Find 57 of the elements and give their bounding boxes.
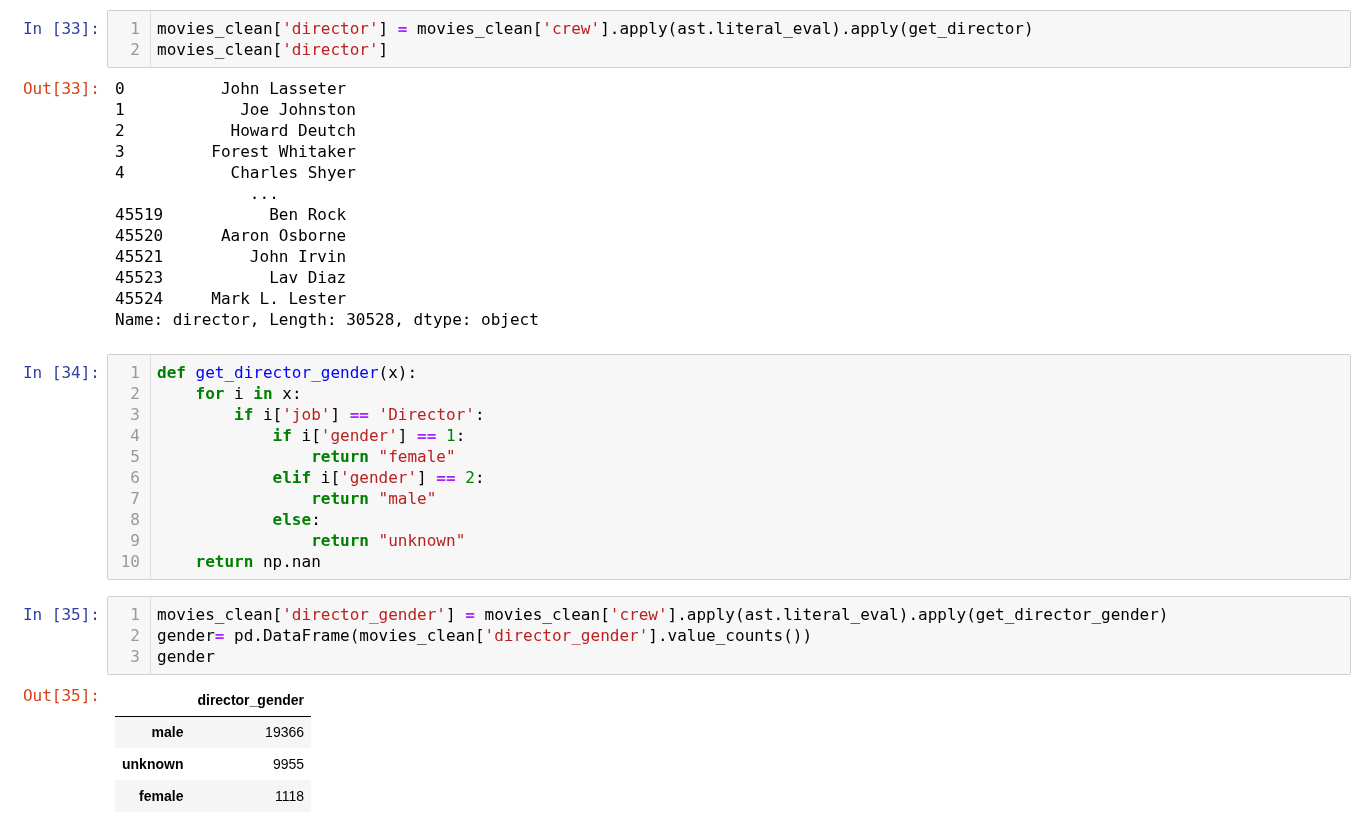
line-number: 6 [129,467,141,488]
line-number: 1 [129,18,141,39]
code-editor[interactable]: 1 2 movies_clean['director'] = movies_clean['crew'].apply(ast.literal_eval).apply(get_director) movies_clean['director'] [107,10,1351,68]
line-number: 1 [129,362,141,383]
line-number: 10 [119,551,141,572]
code-line: else: [271,509,321,530]
line-number: 7 [129,488,141,509]
output-line: 1 Joe Johnston [115,99,356,120]
code-line: def get_director_gender(x): [157,362,418,383]
input-prompt: In [35]: [22,604,101,625]
row-label: female [115,780,191,812]
table-cell: 1118 [190,780,312,812]
code-line: gender= pd.DataFrame(movies_clean['director_gender'].value_counts()) [157,625,813,646]
output-line: ... [248,183,279,204]
code-line: return "female" [310,446,456,467]
code-editor[interactable]: 1 2 3 movies_clean['director_gender'] = movies_clean['crew'].apply(ast.literal_eval).apply(get_director_gender) gender= pd.DataFrame(movies_clean['director_gender'].value_counts()) gender [107,596,1351,675]
code-line: return "unknown" [310,530,466,551]
code-line: elif i['gender'] == 2: [271,467,485,488]
line-number: 1 [129,604,141,625]
row-label: male [115,716,191,748]
code-line: movies_clean['director'] [157,39,389,60]
output-line: Name: director, Length: 30528, dtype: object [115,309,539,330]
line-number: 2 [129,39,141,60]
code-line: movies_clean['director_gender'] = movies_clean['crew'].apply(ast.literal_eval).apply(get_director_gender) [157,604,1169,625]
code-line: if i['gender'] == 1: [271,425,466,446]
code-editor[interactable]: 1 2 3 4 5 6 7 8 9 10 def get_director_gender(x): for i in x: if i['job'] == 'Director': if i['gender'] == 1: return "female" elif i['gender'] == 2: return "male" else: return "unknown" return np.nan [107,354,1351,580]
output-line: 4 Charles Shyer [115,162,356,183]
line-number: 4 [129,425,141,446]
input-prompt: In [33]: [22,18,101,39]
output-line: 45521 John Irvin [115,246,347,267]
line-number: 8 [129,509,141,530]
output-line: 45519 Ben Rock [115,204,347,225]
output-line: 2 Howard Deutch [115,120,356,141]
row-label: unknown [115,748,191,780]
line-number: 2 [129,383,141,404]
table-cell: 19366 [190,716,312,748]
line-number: 3 [129,646,141,667]
line-number: 2 [129,625,141,646]
code-line: if i['job'] == 'Director': [233,404,485,425]
output-prompt: Out[35]: [22,685,101,706]
output-line: 45520 Aaron Osborne [115,225,347,246]
code-line: return "male" [310,488,437,509]
output-line: 3 Forest Whitaker [115,141,356,162]
column-header: director_gender [190,685,312,716]
output-line: 45523 Lav Diaz [115,267,347,288]
code-line: gender [157,646,215,667]
code-line: for i in x: [194,383,302,404]
code-line: return np.nan [194,551,321,572]
output-prompt: Out[33]: [22,78,101,99]
table-cell: 9955 [190,748,312,780]
code-line: movies_clean['director'] = movies_clean['crew'].apply(ast.literal_eval).apply(get_director) [157,18,1034,39]
line-number: 9 [129,530,141,551]
line-number: 3 [129,404,141,425]
output-line: 0 John Lasseter [115,78,347,99]
output-line: 45524 Mark L. Lester [115,288,347,309]
input-prompt: In [34]: [22,362,101,383]
line-number: 5 [129,446,141,467]
